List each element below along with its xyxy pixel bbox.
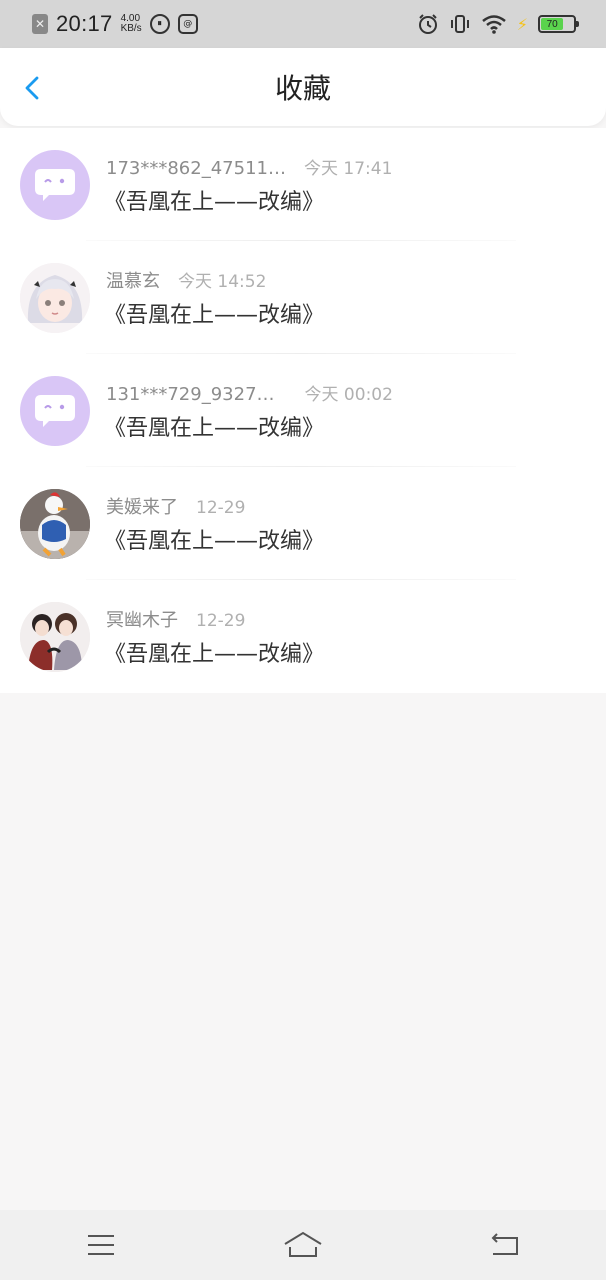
- home-icon: [284, 1231, 322, 1257]
- book-title: 《吾凰在上——改编》: [104, 529, 325, 554]
- battery-icon: 70: [538, 15, 579, 33]
- book-title: 《吾凰在上——改编》: [104, 303, 325, 328]
- avatar[interactable]: [20, 149, 90, 220]
- user-name: 131***729_9327…: [106, 384, 275, 405]
- book-title: 《吾凰在上——改编》: [104, 642, 325, 667]
- user-name: 173***862_47511…: [106, 158, 286, 179]
- avatar[interactable]: [20, 262, 90, 333]
- message-icon: @: [177, 14, 198, 34]
- status-time: 20:17: [56, 11, 113, 36]
- list-item[interactable]: 131***729_9327… 今天 00:02 《吾凰在上——改编》: [0, 354, 606, 467]
- user-name: 冥幽木子: [106, 610, 178, 631]
- back-button[interactable]: [475, 1215, 535, 1275]
- chat-bubble-icon: [35, 394, 75, 427]
- menu-button[interactable]: [71, 1215, 131, 1275]
- book-title: 《吾凰在上——改编》: [104, 416, 325, 441]
- list-item[interactable]: 温慕玄 今天 14:52 《吾凰在上——改编》: [0, 241, 606, 354]
- charging-icon: ⚡: [516, 14, 528, 34]
- close-badge-icon: ✕: [32, 14, 48, 34]
- timestamp: 12-29: [196, 498, 246, 518]
- anime-girl-avatar-icon: [20, 262, 90, 333]
- book-title: 《吾凰在上——改编》: [104, 190, 325, 215]
- page-title: 收藏: [274, 72, 331, 105]
- wifi-icon: [481, 15, 506, 34]
- list-item[interactable]: 冥幽木子 12-29 《吾凰在上——改编》: [0, 580, 606, 693]
- timestamp: 12-29: [196, 611, 246, 631]
- menu-icon: [88, 1235, 114, 1255]
- avatar[interactable]: [20, 375, 90, 446]
- speed-unit: KB/s: [120, 23, 142, 34]
- home-button[interactable]: [273, 1215, 333, 1275]
- chevron-left-icon[interactable]: [20, 75, 46, 101]
- list-item[interactable]: 美媛来了 12-29 《吾凰在上——改编》: [0, 467, 606, 580]
- data-saver-icon: ⏸: [149, 14, 170, 34]
- back-icon: [491, 1233, 518, 1255]
- status-bar: ✕ 20:17 4.00 KB/s ⏸ @ ⚡ 70: [0, 0, 606, 48]
- header: 收藏: [0, 48, 606, 126]
- timestamp: 今天 14:52: [178, 272, 267, 292]
- alarm-icon: [418, 14, 437, 34]
- battery-level: 70: [541, 18, 564, 30]
- vibrate-icon: [450, 15, 469, 33]
- timestamp: 今天 00:02: [304, 385, 393, 405]
- chat-bubble-icon: [35, 168, 75, 201]
- avatar[interactable]: [20, 488, 90, 559]
- timestamp: 今天 17:41: [303, 159, 393, 179]
- user-name: 美媛来了: [106, 497, 178, 518]
- user-name: 温慕玄: [106, 271, 160, 292]
- couple-avatar-icon: [20, 601, 90, 672]
- duck-avatar-icon: [20, 488, 90, 559]
- list-item[interactable]: 173***862_47511… 今天 17:41 《吾凰在上——改编》: [0, 128, 606, 241]
- network-speed: 4.00 KB/s: [121, 14, 142, 34]
- system-nav-bar: [0, 1210, 606, 1280]
- favorites-list: 173***862_47511… 今天 17:41 《吾凰在上——改编》 温慕玄…: [0, 128, 606, 693]
- avatar[interactable]: [20, 601, 90, 672]
